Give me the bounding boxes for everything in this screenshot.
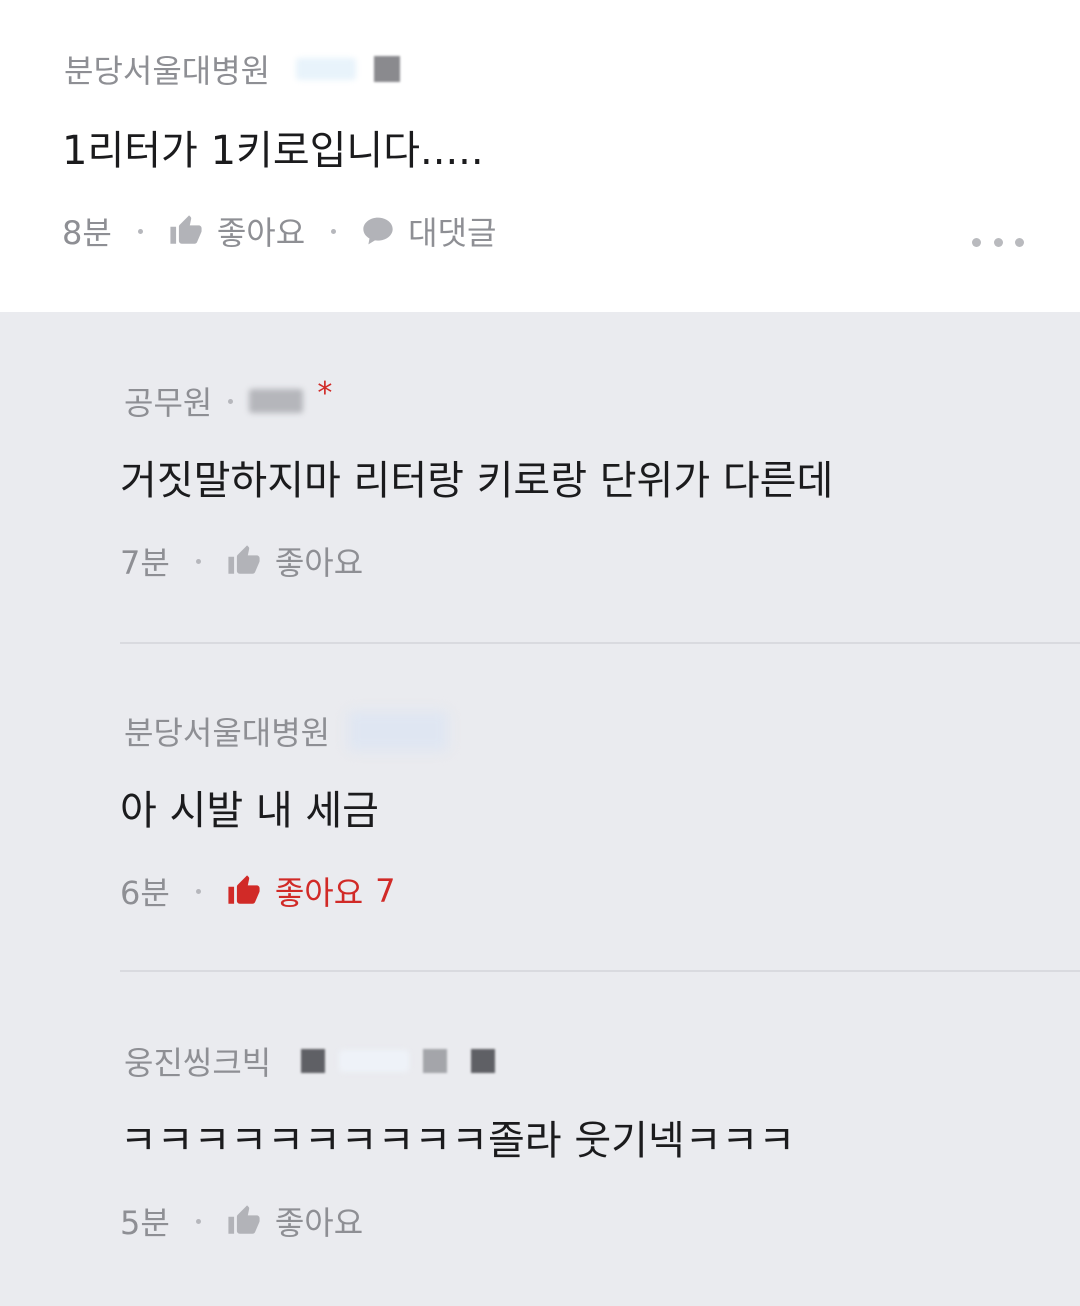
like-button[interactable]: 좋아요 [227, 1198, 363, 1244]
reply-author[interactable]: 분당서울대병원 [124, 708, 330, 754]
like-label: 좋아요 [274, 1204, 364, 1242]
speech-bubble-icon [362, 216, 394, 246]
reply-meta: 5분 좋아요 [120, 1198, 363, 1244]
thumbs-up-icon [227, 874, 261, 908]
like-label: 좋아요 [274, 874, 364, 912]
reply-author-line: 웅진씽크빅 [124, 1038, 496, 1084]
like-button[interactable]: 좋아요 [227, 538, 363, 584]
reply-list: 공무원 * 거짓말하지마 리터랑 키로랑 단위가 다른데 7분 좋아요 분당서울… [0, 312, 1080, 1306]
like-button[interactable]: 좋아요 [169, 208, 305, 254]
reply-time: 7분 [120, 544, 170, 582]
thumbs-up-icon [227, 1204, 261, 1238]
thumbs-up-icon [227, 544, 261, 578]
reply-text: ㅋㅋㅋㅋㅋㅋㅋㅋㅋㅋ졸라 웃기넥ㅋㅋㅋ [120, 1118, 796, 1164]
comment-text: 1리터가 1키로입니다..... [62, 128, 484, 174]
like-count: 7 [375, 872, 396, 910]
reply-author-line: 공무원 * [124, 375, 333, 424]
more-options-button[interactable] [972, 232, 1024, 252]
separator-dot [137, 228, 143, 234]
main-comment: 분당서울대병원 1리터가 1키로입니다..... 8분 좋아요 대댓글 [0, 0, 1080, 312]
comment-time: 8분 [62, 214, 112, 252]
divider [120, 970, 1080, 972]
redacted-badge [301, 1049, 326, 1073]
separator-dot [331, 228, 337, 234]
separator-dot [195, 1218, 201, 1224]
separator-dot [195, 558, 201, 564]
divider [120, 642, 1080, 644]
reply-time: 5분 [120, 1204, 170, 1242]
reply-meta: 6분 좋아요 7 [120, 868, 396, 914]
comment-author[interactable]: 분당서울대병원 [64, 46, 270, 92]
redacted-nickname [339, 1050, 410, 1072]
redacted-nickname [249, 389, 304, 413]
like-button-active[interactable]: 좋아요 7 [227, 868, 396, 914]
separator-dot [195, 888, 201, 894]
redacted-nickname [296, 58, 357, 80]
redacted-badge [471, 1049, 496, 1073]
more-dots-icon [972, 237, 981, 247]
redacted-nickname [348, 711, 449, 751]
redacted-badge [374, 56, 401, 82]
thumbs-up-icon [169, 214, 203, 248]
reply-author-line: 분당서울대병원 [124, 708, 449, 754]
like-label: 좋아요 [216, 214, 306, 252]
redacted-badge [423, 1049, 448, 1073]
comment-author-line: 분당서울대병원 [64, 46, 401, 92]
reply-meta: 7분 좋아요 [120, 538, 363, 584]
separator-dot [228, 398, 234, 404]
author-star-badge: * [317, 375, 333, 411]
comment-meta: 8분 좋아요 대댓글 [62, 208, 496, 254]
like-label: 좋아요 [274, 544, 364, 582]
reply-text: 아 시발 내 세금 [120, 788, 379, 834]
reply-label: 대댓글 [408, 214, 497, 252]
reply-time: 6분 [120, 874, 170, 912]
reply-author[interactable]: 공무원 [124, 378, 212, 424]
reply-author[interactable]: 웅진씽크빅 [124, 1038, 271, 1084]
reply-button[interactable]: 대댓글 [362, 208, 496, 254]
reply-text: 거짓말하지마 리터랑 키로랑 단위가 다른데 [120, 458, 834, 504]
